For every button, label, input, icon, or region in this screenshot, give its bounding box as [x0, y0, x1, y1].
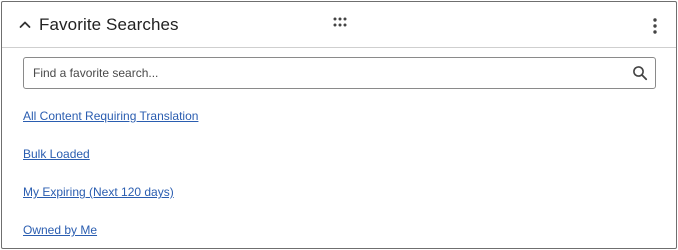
favorite-link-all-content-requiring-translation[interactable]: All Content Requiring Translation: [23, 108, 198, 124]
drag-handle-icon[interactable]: [332, 16, 348, 28]
chevron-up-icon[interactable]: [16, 16, 34, 34]
favorite-search-input[interactable]: [24, 58, 619, 88]
more-vertical-icon[interactable]: [646, 16, 664, 36]
favorite-link-bulk-loaded[interactable]: Bulk Loaded: [23, 146, 90, 162]
favorite-searches-panel: Favorite Searches All Content Requiring …: [1, 1, 677, 249]
panel-title: Favorite Searches: [39, 15, 179, 34]
favorite-link-my-expiring[interactable]: My Expiring (Next 120 days): [23, 184, 174, 200]
search-box: [23, 57, 656, 89]
panel-header: Favorite Searches: [2, 2, 676, 48]
search-icon[interactable]: [632, 65, 648, 81]
favorite-link-owned-by-me[interactable]: Owned by Me: [23, 222, 97, 238]
